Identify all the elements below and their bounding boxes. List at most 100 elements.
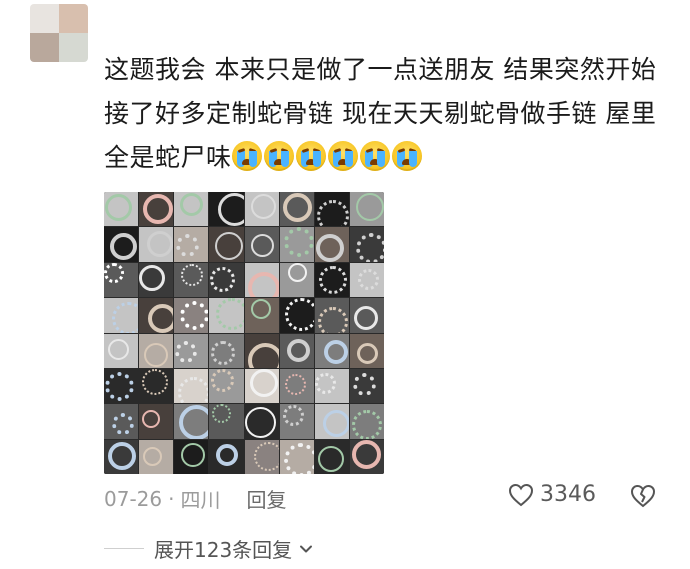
like-button[interactable]: 3346 — [508, 482, 596, 507]
emoji-row — [231, 141, 422, 171]
bracelet-ring — [283, 442, 314, 474]
loudly-crying-face-icon — [359, 141, 390, 171]
collage-tile — [244, 227, 279, 262]
bracelet-ring — [284, 373, 306, 395]
bracelet-ring — [175, 340, 198, 363]
collage-tile — [314, 333, 349, 368]
collage-tile — [244, 333, 279, 368]
bracelet-ring — [211, 368, 235, 392]
heart-outline-icon — [508, 483, 534, 507]
collage-tile — [174, 368, 209, 404]
bracelet-ring — [247, 271, 279, 298]
collage-tile — [174, 227, 209, 262]
bracelet-ring — [176, 234, 200, 258]
collage-tile — [349, 439, 384, 474]
bracelet-ring — [181, 442, 206, 467]
bracelet-ring — [249, 368, 278, 397]
bracelet-ring — [351, 410, 382, 439]
loudly-crying-face-icon — [231, 141, 262, 171]
bracelet-ring — [284, 298, 314, 332]
collage-tile — [349, 368, 384, 404]
bracelet-ring — [244, 407, 276, 439]
collage-tile — [349, 404, 384, 439]
collage-tile — [279, 439, 314, 474]
bracelet-ring — [108, 441, 136, 470]
collage-tile — [139, 262, 174, 298]
comment-location: 四川 — [180, 488, 221, 512]
bracelet-ring — [317, 307, 348, 333]
expand-replies-button[interactable]: 展开123条回复 — [104, 534, 314, 563]
collage-tile — [104, 262, 139, 298]
collage-tile — [244, 439, 279, 474]
bracelet-ring — [104, 262, 124, 283]
bracelet-ring — [110, 233, 137, 261]
collage-tile — [209, 333, 244, 368]
collage-tile — [314, 298, 349, 333]
divider-line — [104, 548, 144, 549]
collage-tile — [209, 192, 244, 227]
bracelet-ring — [139, 264, 166, 291]
bracelet-ring — [144, 342, 169, 367]
collage-tile — [209, 368, 244, 404]
collage-tile — [104, 333, 139, 368]
bracelet-ring — [179, 405, 209, 439]
reply-button[interactable]: 回复 — [246, 484, 286, 513]
bracelet-ring — [316, 200, 349, 227]
bracelet-ring — [142, 368, 169, 395]
collage-tile — [139, 439, 174, 474]
bracelet-ring — [212, 404, 232, 424]
bracelet-ring — [250, 194, 276, 219]
broken-heart-icon[interactable] — [630, 484, 656, 508]
comment-photo[interactable] — [104, 192, 384, 474]
bracelet-ring — [210, 266, 236, 292]
bracelet-ring — [250, 299, 271, 320]
collage-tile — [244, 262, 279, 298]
bracelet-ring — [351, 439, 381, 469]
bracelet-ring — [112, 413, 134, 436]
bracelet-ring — [352, 372, 376, 396]
collage-tile — [139, 333, 174, 368]
bracelet-ring — [216, 298, 244, 331]
collage-tile — [244, 404, 279, 439]
bracelet-ring — [357, 268, 379, 290]
bracelet-ring — [317, 445, 344, 472]
collage-tile — [244, 368, 279, 404]
bracelet-ring — [211, 340, 236, 365]
loudly-crying-face-icon — [263, 141, 294, 171]
bracelet-ring — [355, 233, 384, 262]
bracelet-ring — [148, 304, 174, 333]
bracelet-ring — [108, 338, 129, 360]
bracelet-ring — [180, 301, 209, 331]
bracelet-ring — [180, 193, 204, 216]
bracelet-ring — [247, 342, 279, 368]
bracelet-ring — [283, 227, 314, 258]
bracelet-ring — [356, 342, 378, 364]
avatar[interactable] — [30, 4, 88, 62]
avatar-tile — [30, 4, 59, 33]
collage-tile — [209, 262, 244, 298]
collage-tile — [279, 298, 314, 333]
bracelet-ring — [323, 339, 348, 364]
collage-tile — [174, 298, 209, 333]
collage-tile — [174, 404, 209, 439]
collage-tile — [314, 262, 349, 298]
avatar-tile — [59, 4, 88, 33]
collage-tile — [104, 404, 139, 439]
collage-tile — [139, 298, 174, 333]
collage-tile — [104, 368, 139, 404]
bracelet-ring — [105, 194, 132, 221]
bracelet-ring — [282, 405, 304, 427]
collage-tile — [349, 298, 384, 333]
bracelet-ring — [314, 372, 336, 394]
expand-replies-label: 展开123条回复 — [154, 538, 293, 562]
collage-tile — [279, 404, 314, 439]
collage-tile — [174, 439, 209, 474]
collage-tile — [314, 368, 349, 404]
collage-tile — [139, 404, 174, 439]
bracelet-ring — [147, 231, 174, 258]
collage-tile — [174, 333, 209, 368]
bracelet-ring — [142, 410, 161, 429]
bracelet-ring — [286, 338, 310, 362]
avatar-tile — [59, 33, 88, 62]
collage-tile — [174, 192, 209, 227]
